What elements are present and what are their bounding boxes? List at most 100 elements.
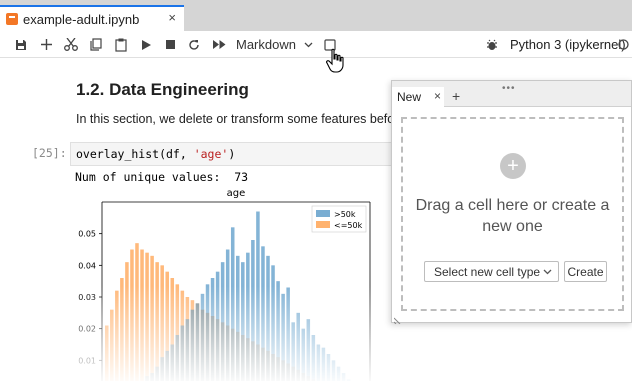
resize-handle-icon[interactable]	[393, 311, 404, 325]
histogram-bar	[120, 278, 124, 381]
code-function: overlay_hist(df,	[76, 147, 194, 161]
code-cell-input[interactable]: overlay_hist(df, 'age')	[70, 142, 400, 166]
histogram-bar	[326, 354, 331, 381]
restart-icon[interactable]	[184, 31, 204, 58]
histogram-bar	[306, 319, 311, 381]
histogram-bar	[271, 265, 275, 381]
histogram-bar	[261, 246, 265, 381]
legend-label: <=50k	[334, 221, 363, 230]
histogram-bar	[296, 312, 300, 381]
histogram-bar	[205, 284, 210, 381]
chevron-down-icon	[543, 265, 552, 278]
histogram-bar	[281, 293, 285, 381]
save-icon[interactable]	[11, 31, 31, 58]
histogram-bar	[150, 373, 154, 381]
create-button[interactable]: Create	[564, 261, 607, 282]
add-tab-icon[interactable]: +	[452, 88, 460, 104]
document-tab-bar: example-adult.ipynb ×	[0, 0, 632, 31]
paste-icon[interactable]	[110, 31, 132, 58]
drop-zone-text: Drag a cell here or create a new one	[415, 197, 610, 235]
histogram-bar	[145, 376, 149, 381]
histogram-bar	[316, 344, 321, 381]
section-paragraph: In this section, we delete or transform …	[76, 112, 406, 126]
histogram-bar	[266, 255, 270, 381]
y-tick-label: 0.03	[78, 293, 96, 302]
histogram-bar	[311, 335, 316, 381]
histogram-bar	[286, 287, 290, 381]
panel-tab-close-icon[interactable]: ×	[434, 89, 441, 103]
panel-tab-label: New	[397, 90, 422, 104]
histogram-bar	[130, 249, 134, 381]
histogram-bar	[155, 366, 159, 381]
histogram-bar	[341, 373, 346, 381]
notebook-tab-title: example-adult.ipynb	[23, 11, 140, 27]
legend-swatch	[316, 221, 330, 228]
y-tick-label: 0.02	[78, 325, 96, 334]
histogram-bar	[246, 252, 250, 381]
histogram-bar	[115, 290, 119, 381]
notebook-toolbar: Markdown Python 3 (ipykernel)	[0, 31, 632, 58]
histogram-bar	[236, 255, 240, 381]
notebook-icon	[6, 13, 18, 25]
add-cell-icon[interactable]	[36, 31, 56, 58]
histogram-bar	[150, 255, 154, 381]
histogram-bar	[256, 211, 260, 381]
cell-type-label: Markdown	[236, 37, 296, 52]
histogram-bar	[215, 271, 220, 381]
histogram-bar	[145, 252, 149, 381]
jupyter-window: example-adult.ipynb × Markdown Python 3 …	[0, 0, 632, 381]
histogram-bar	[331, 360, 336, 381]
histogram-bar	[210, 278, 215, 381]
panel-tab-new[interactable]: New ×	[392, 87, 444, 107]
code-close: )	[228, 147, 236, 161]
legend-label: >50k	[334, 210, 356, 219]
histogram-bar	[155, 262, 159, 381]
cell-type-select-label: Select new cell type	[434, 264, 541, 279]
cell-drop-zone[interactable]: + Drag a cell here or create a new one S…	[401, 117, 624, 311]
histogram-bar	[251, 240, 255, 381]
histogram-bar	[195, 303, 200, 381]
plus-circle-icon[interactable]: +	[500, 153, 526, 179]
histogram-bar	[180, 325, 185, 381]
run-icon[interactable]	[136, 31, 156, 58]
histogram-bar	[165, 350, 169, 381]
cell-type-select[interactable]: Select new cell type	[424, 261, 559, 282]
kernel-name[interactable]: Python 3 (ipykernel)	[510, 31, 626, 58]
histogram-bar	[336, 366, 341, 381]
histogram-bar	[241, 262, 245, 381]
new-cell-panel: ••• New × + + Drag a cell here or create…	[391, 80, 632, 325]
execution-prompt: [25]:	[32, 146, 67, 160]
stop-icon[interactable]	[160, 31, 180, 58]
histogram-bar	[185, 319, 190, 381]
histogram-bar	[125, 262, 129, 381]
histogram-bar	[230, 227, 235, 381]
histogram-bar	[200, 293, 205, 381]
histogram-bar	[321, 347, 326, 381]
chevron-down-icon	[304, 42, 313, 48]
histogram-bar	[105, 325, 109, 381]
y-tick-label: 0.04	[78, 261, 96, 270]
chart-title: age	[227, 188, 246, 199]
histogram-bar	[135, 243, 139, 381]
legend-swatch	[316, 210, 330, 217]
hand-cursor-icon	[325, 48, 347, 79]
notebook-tab[interactable]: example-adult.ipynb ×	[0, 5, 184, 31]
code-string: 'age'	[193, 147, 229, 161]
tab-close-icon[interactable]: ×	[168, 10, 176, 25]
section-heading: 1.2. Data Engineering	[76, 80, 249, 99]
fast-forward-icon[interactable]	[208, 31, 230, 58]
histogram-bar	[140, 249, 144, 381]
cut-icon[interactable]	[60, 31, 82, 58]
histogram-bar	[175, 335, 180, 381]
cell-output-text: Num of unique values: 73	[75, 170, 249, 184]
debugger-icon[interactable]	[482, 31, 502, 58]
drag-grip-icon[interactable]: •••	[502, 83, 516, 94]
histogram-bar	[170, 344, 175, 381]
histogram-bar	[225, 249, 230, 381]
copy-icon[interactable]	[86, 31, 106, 58]
histogram-bar	[160, 357, 164, 381]
histogram-bar	[110, 309, 114, 381]
histogram-bar	[220, 262, 225, 381]
y-tick-label: 0.05	[78, 230, 96, 239]
panel-tab-bar: ••• New × +	[392, 81, 631, 107]
